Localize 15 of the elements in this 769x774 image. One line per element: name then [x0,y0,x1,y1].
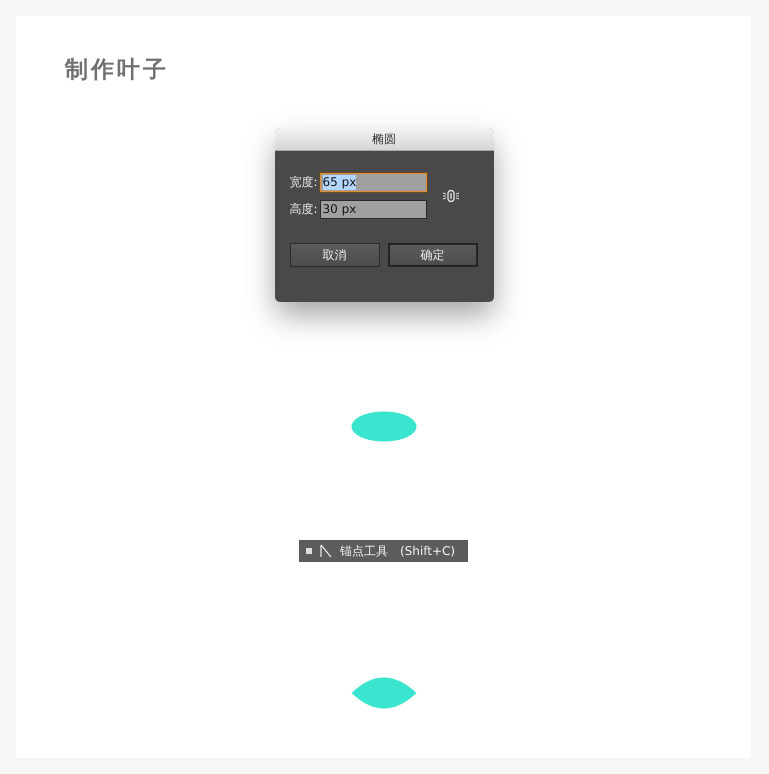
dialog-title: 椭圆 [274,128,494,151]
field-label: 宽度: [290,174,318,191]
input-field[interactable]: 65 px [320,173,427,192]
link-icon[interactable] [442,189,460,203]
dialog-button[interactable]: 确定 [388,243,478,267]
field-label: 高度: [290,201,318,218]
page-heading: 制作叶子 [65,56,169,84]
bullet-icon [306,548,312,554]
anchor-point-tool-icon [320,544,332,558]
leaf-shape [350,677,416,709]
input-field[interactable]: 30 px [320,200,427,219]
tooltip-text: 锚点工具 [340,542,388,560]
shortcut-text: (Shift+C) [400,544,456,558]
ellipse-shape [350,411,416,442]
dialog-button[interactable]: 取消 [290,243,380,267]
